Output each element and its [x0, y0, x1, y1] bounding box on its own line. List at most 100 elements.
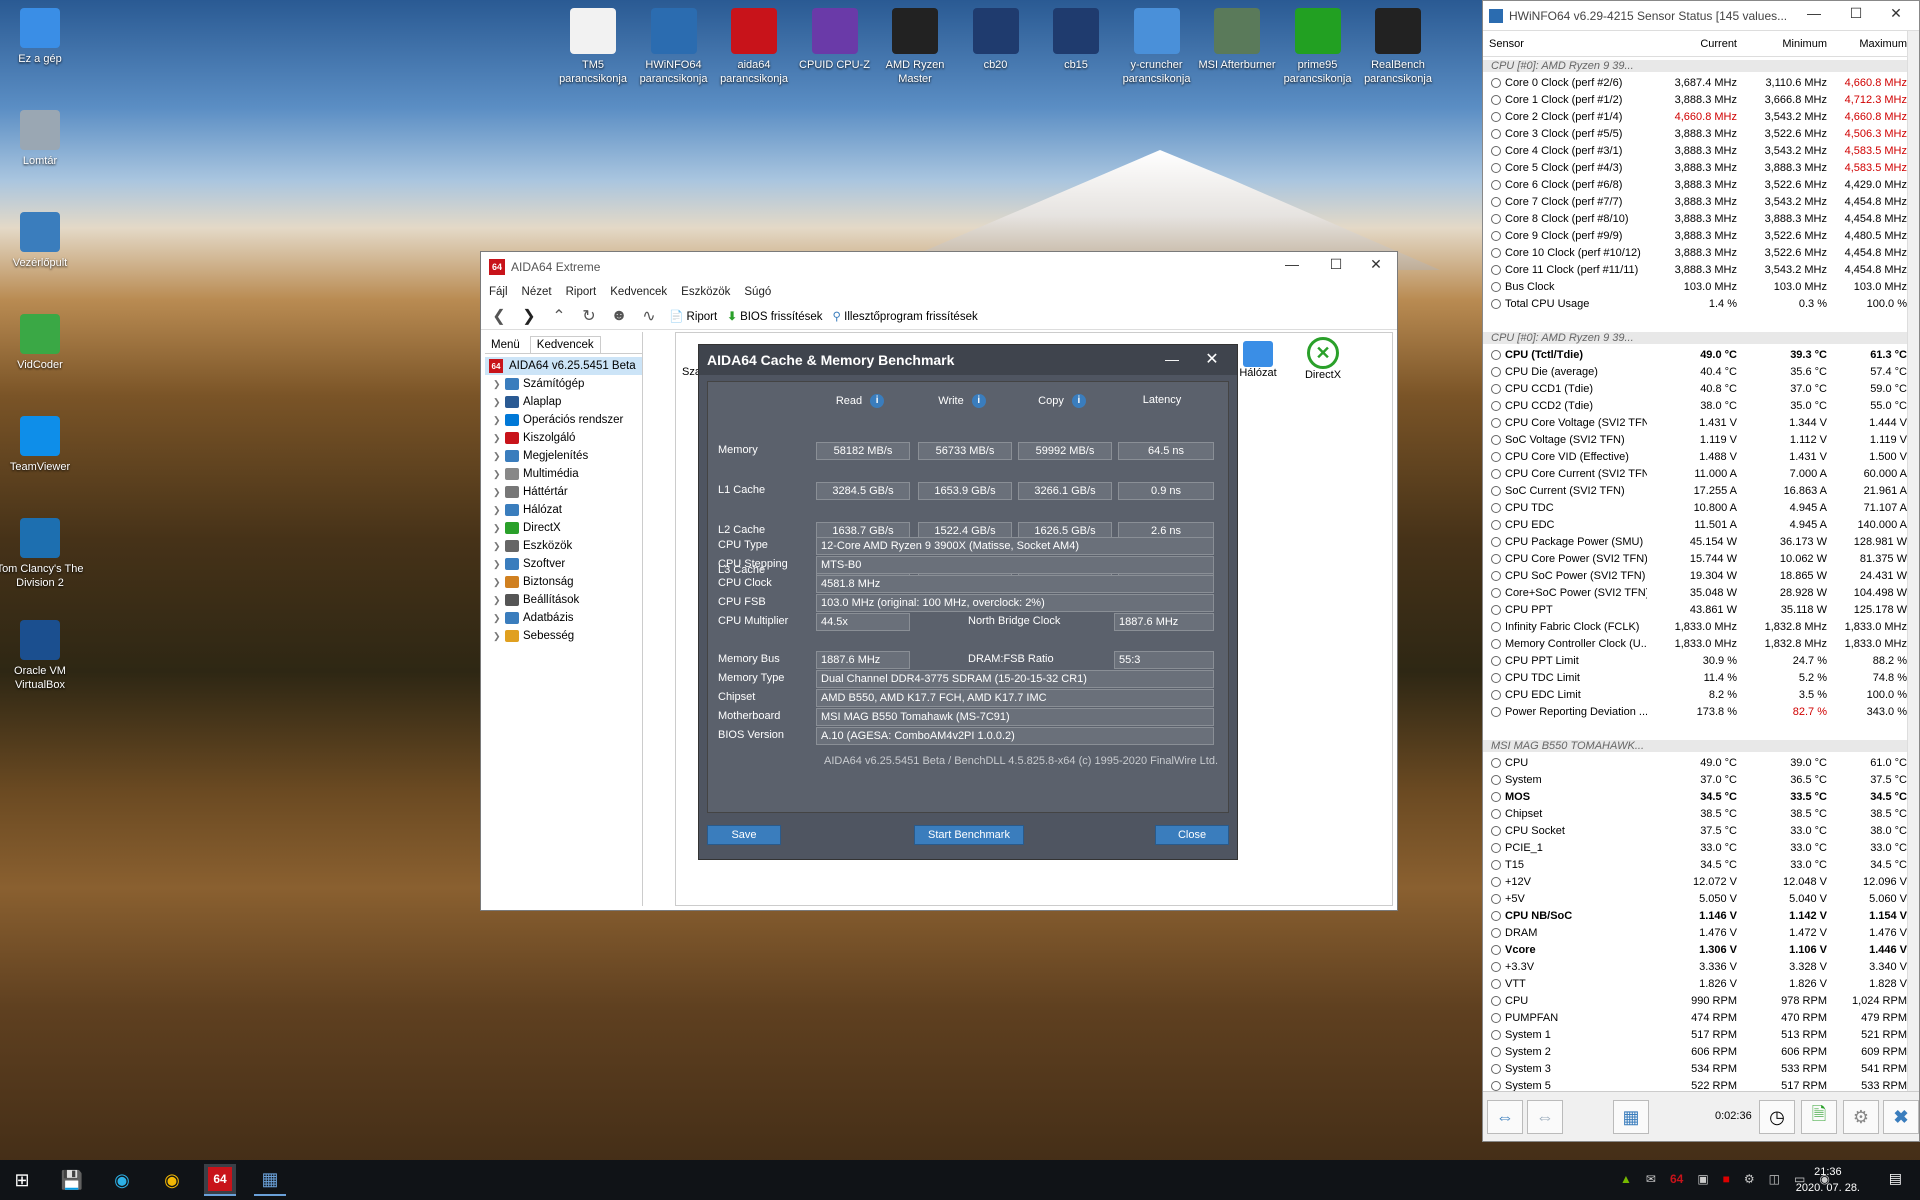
info-icon[interactable]: i [971, 394, 986, 408]
chevron-right-icon[interactable]: ❯ [493, 613, 505, 624]
sensor-row[interactable]: CPU 990 RPM 978 RPM 1,024 RPM [1483, 992, 1919, 1009]
notification-icon[interactable]: ▤ [1889, 1170, 1902, 1187]
tab-favorites[interactable]: Kedvencek [529, 336, 601, 353]
user-icon[interactable]: ☻ [609, 307, 629, 325]
sensor-row[interactable]: Vcore 1.306 V 1.106 V 1.446 V [1483, 941, 1919, 958]
tab-menu[interactable]: Menü [485, 337, 526, 353]
desktop-icon-6[interactable]: Oracle VM VirtualBox [0, 620, 85, 692]
tree-item[interactable]: ❯ Sebesség [485, 627, 642, 645]
menu-item-4[interactable]: Eszközök [681, 286, 730, 298]
sensor-row[interactable]: Power Reporting Deviation ... 173.8 % 82.7… [1483, 703, 1919, 720]
sensor-row[interactable]: CPU Package Power (SMU) 45.154 W 36.173 W 1… [1483, 533, 1919, 550]
sensor-row[interactable]: CPU TDC 10.800 A 4.945 A 71.107 A [1483, 499, 1919, 516]
tree-item[interactable]: ❯ Operációs rendszer [485, 411, 642, 429]
sensor-row[interactable]: Core 2 Clock (perf #1/4) 4,660.8 MHz 3,543… [1483, 108, 1919, 125]
collapse-arrows-icon[interactable]: ⇔ [1527, 1100, 1563, 1134]
sensor-row[interactable]: CPU Core VID (Effective) 1.488 V 1.431 V 1.… [1483, 448, 1919, 465]
bios-update-button[interactable]: ⬇ BIOS frissítések [727, 309, 822, 323]
menu-item-3[interactable]: Kedvencek [610, 286, 667, 298]
tree-item[interactable]: ❯ Számítógép [485, 375, 642, 393]
desktop-icon-top-6[interactable]: cb15 [1036, 8, 1116, 72]
sensor-row[interactable]: PCIE_1 33.0 °C 33.0 °C 33.0 °C [1483, 839, 1919, 856]
close-icon[interactable]: ✕ [1197, 349, 1227, 369]
up-icon[interactable]: ⌃ [549, 306, 569, 326]
sensor-row[interactable]: Core 11 Clock (perf #11/11) 3,888.3 MHz 3,… [1483, 261, 1919, 278]
sensor-row[interactable]: CPU CCD1 (Tdie) 40.8 °C 37.0 °C 59.0 °C [1483, 380, 1919, 397]
chevron-right-icon[interactable]: ❯ [493, 631, 505, 642]
chevron-right-icon[interactable]: ❯ [493, 451, 505, 462]
tray-sensor-icon[interactable]: ■ [1723, 1172, 1730, 1186]
hwinfo-taskbar-icon[interactable]: ▦ [254, 1164, 286, 1196]
add-report-icon[interactable]: 🗎 [1801, 1100, 1837, 1134]
tree-item[interactable]: ❯ Megjelenítés [485, 447, 642, 465]
desktop-icon-top-8[interactable]: MSI Afterburner [1197, 8, 1277, 72]
desktop-icon-top-3[interactable]: CPUID CPU-Z [795, 8, 875, 72]
sensor-row[interactable]: +3.3V 3.336 V 3.328 V 3.340 V [1483, 958, 1919, 975]
menu-item-0[interactable]: Fájl [489, 286, 508, 298]
desktop-icon-0[interactable]: Ez a gép [0, 8, 85, 66]
sensor-row[interactable]: CPU Core Power (SVI2 TFN) 15.744 W 10.062 … [1483, 550, 1919, 567]
sensor-row[interactable]: System 1 517 RPM 513 RPM 521 RPM [1483, 1026, 1919, 1043]
sensor-group-header[interactable]: CPU [#0]: AMD Ryzen 9 39... [1483, 57, 1919, 74]
tray-monitor-icon[interactable]: ▣ [1697, 1172, 1708, 1186]
close-icon[interactable]: ✕ [1361, 256, 1391, 273]
sensor-row[interactable]: CPU TDC Limit 11.4 % 5.2 % 74.8 % [1483, 669, 1919, 686]
desktop-icon-top-2[interactable]: aida64 parancsikonja [714, 8, 794, 86]
directx-category[interactable]: ✕ DirectX [1288, 337, 1358, 381]
sensor-row[interactable]: System 3 534 RPM 533 RPM 541 RPM [1483, 1060, 1919, 1077]
tree-item[interactable]: ❯ Alaplap [485, 393, 642, 411]
sensor-row[interactable]: CPU Core Voltage (SVI2 TFN) 1.431 V 1.344 … [1483, 414, 1919, 431]
sensor-row[interactable]: CPU EDC 11.501 A 4.945 A 140.000 A [1483, 516, 1919, 533]
desktop-icon-3[interactable]: VidCoder [0, 314, 85, 372]
desktop-icon-top-9[interactable]: prime95 parancsikonja [1278, 8, 1358, 86]
sensor-row[interactable]: CPU PPT 43.861 W 35.118 W 125.178 W [1483, 601, 1919, 618]
sensor-row[interactable]: Bus Clock 103.0 MHz 103.0 MHz 103.0 MHz [1483, 278, 1919, 295]
sensor-row[interactable]: Memory Controller Clock (U... 1,833.0 MHz… [1483, 635, 1919, 652]
settings-gear-icon[interactable]: ⚙ [1843, 1100, 1879, 1134]
tray-aida64-icon[interactable]: 64 [1670, 1172, 1683, 1186]
sensor-row[interactable]: Infinity Fabric Clock (FCLK) 1,833.0 MHz 1… [1483, 618, 1919, 635]
desktop-icon-4[interactable]: TeamViewer [0, 416, 85, 474]
sensor-row[interactable]: Core 7 Clock (perf #7/7) 3,888.3 MHz 3,543… [1483, 193, 1919, 210]
col-sensor[interactable]: Sensor [1483, 38, 1647, 50]
tray-nvidia-icon[interactable]: ▲ [1620, 1172, 1632, 1186]
tree-item[interactable]: ❯ Biztonság [485, 573, 642, 591]
sensor-row[interactable]: System 37.0 °C 36.5 °C 37.5 °C [1483, 771, 1919, 788]
tree-item[interactable]: ❯ Eszközök [485, 537, 642, 555]
sensor-row[interactable]: +5V 5.050 V 5.040 V 5.060 V [1483, 890, 1919, 907]
sensor-row[interactable]: Core 0 Clock (perf #2/6) 3,687.4 MHz 3,110… [1483, 74, 1919, 91]
col-current[interactable]: Current [1647, 38, 1737, 50]
col-maximum[interactable]: Maximum [1827, 38, 1907, 50]
sensor-row[interactable]: Core 8 Clock (perf #8/10) 3,888.3 MHz 3,88… [1483, 210, 1919, 227]
chevron-right-icon[interactable]: ❯ [493, 415, 505, 426]
forward-icon[interactable]: ❯ [519, 306, 539, 326]
sensor-row[interactable]: Chipset 38.5 °C 38.5 °C 38.5 °C [1483, 805, 1919, 822]
sensor-row[interactable]: CPU Die (average) 40.4 °C 35.6 °C 57.4 °C [1483, 363, 1919, 380]
desktop-icon-2[interactable]: Vezérlőpult [0, 212, 85, 270]
start-windows-icon[interactable]: ⊞ [6, 1164, 38, 1196]
sensor-row[interactable]: Core 10 Clock (perf #10/12) 3,888.3 MHz 3,… [1483, 244, 1919, 261]
minimize-icon[interactable]: — [1277, 256, 1307, 272]
chevron-right-icon[interactable]: ❯ [493, 379, 505, 390]
chart-icon[interactable]: ∿ [639, 306, 659, 326]
desktop-icon-5[interactable]: Tom Clancy's The Division 2 [0, 518, 85, 590]
tree-item[interactable]: ❯ Adatbázis [485, 609, 642, 627]
sensor-row[interactable]: Core+SoC Power (SVI2 TFN) 35.048 W 28.928 … [1483, 584, 1919, 601]
tree-item[interactable]: ❯ Beállítások [485, 591, 642, 609]
sensor-row[interactable]: CPU SoC Power (SVI2 TFN) 19.304 W 18.865 W… [1483, 567, 1919, 584]
sensor-row[interactable]: Core 4 Clock (perf #3/1) 3,888.3 MHz 3,543… [1483, 142, 1919, 159]
chevron-right-icon[interactable]: ❯ [493, 433, 505, 444]
tree-item[interactable]: ❯ Kiszolgáló [485, 429, 642, 447]
save-button[interactable]: Save [707, 825, 781, 845]
sensor-list[interactable]: CPU [#0]: AMD Ryzen 9 39... Core 0 Clock … [1483, 57, 1919, 1094]
tree-root[interactable]: 64 AIDA64 v6.25.5451 Beta [485, 357, 642, 375]
menu-item-1[interactable]: Nézet [522, 286, 552, 298]
chrome-browser-icon[interactable]: ◉ [156, 1164, 188, 1196]
sensor-row[interactable]: MOS 34.5 °C 33.5 °C 34.5 °C [1483, 788, 1919, 805]
sensor-row[interactable]: Core 1 Clock (perf #1/2) 3,888.3 MHz 3,666… [1483, 91, 1919, 108]
back-icon[interactable]: ❮ [489, 306, 509, 326]
desktop-icon-top-0[interactable]: TM5 parancsikonja [553, 8, 633, 86]
tree-item[interactable]: ❯ Háttértár [485, 483, 642, 501]
sensor-row[interactable]: T15 34.5 °C 33.0 °C 34.5 °C [1483, 856, 1919, 873]
desktop-icon-top-10[interactable]: RealBench parancsikonja [1358, 8, 1438, 86]
